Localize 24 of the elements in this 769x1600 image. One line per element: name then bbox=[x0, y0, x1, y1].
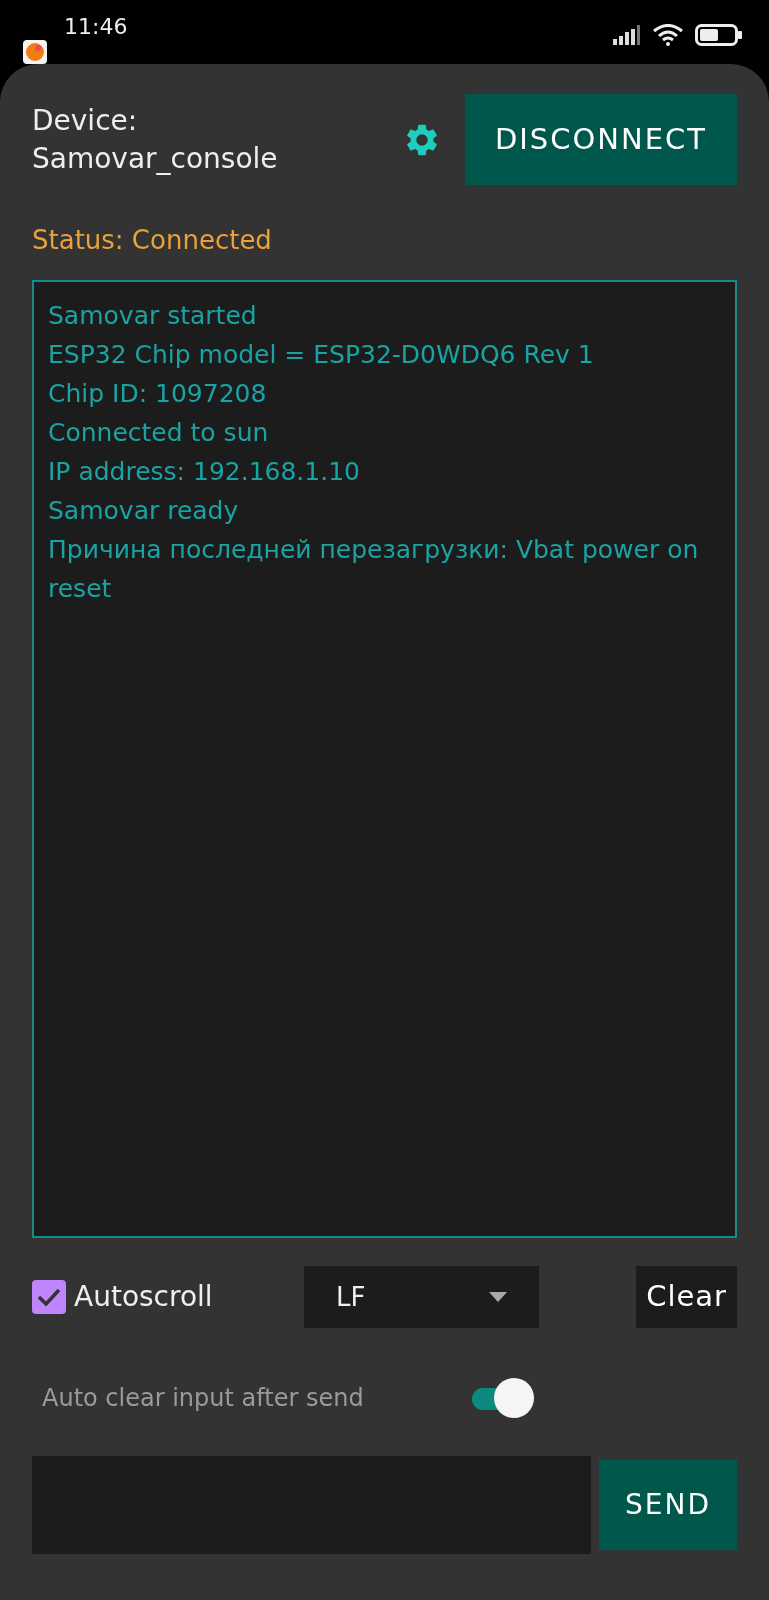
battery-icon bbox=[695, 24, 743, 46]
console-line: Причина последней перезагрузки: Vbat power on reset bbox=[48, 534, 700, 605]
device-name: Samovar_console bbox=[32, 140, 279, 177]
checkbox[interactable] bbox=[32, 1280, 66, 1314]
signal-icon bbox=[613, 25, 641, 45]
console-line: Samovar ready bbox=[48, 495, 240, 527]
checkbox-label: Autoscroll bbox=[74, 1279, 213, 1315]
send-button[interactable]: SEND bbox=[599, 1460, 737, 1550]
console-line: IP address: 192.168.1.10 bbox=[48, 456, 361, 488]
console-line: ESP32 Chip model = ESP32-D0WDQ6 Rev 1 bbox=[48, 339, 595, 371]
console-line: Connected to sun bbox=[48, 417, 270, 449]
device-label: Device: bbox=[32, 102, 139, 139]
connection-status: Status: Connected bbox=[32, 224, 273, 257]
line-ending-dropdown[interactable]: LF bbox=[304, 1266, 539, 1328]
console-line: Samovar started bbox=[48, 300, 258, 332]
disconnect-button[interactable]: DISCONNECT bbox=[465, 94, 737, 185]
console-line: Chip ID: 1097208 bbox=[48, 378, 268, 410]
toggle-switch[interactable] bbox=[470, 1378, 534, 1418]
toggle-label: Auto clear input after send bbox=[42, 1383, 365, 1414]
app-notification-icon bbox=[22, 40, 48, 64]
wifi-icon bbox=[653, 24, 683, 46]
dropdown-arrow-icon bbox=[489, 1292, 507, 1302]
clock: 11:46 bbox=[64, 13, 128, 41]
clear-button[interactable]: Clear bbox=[636, 1266, 737, 1328]
